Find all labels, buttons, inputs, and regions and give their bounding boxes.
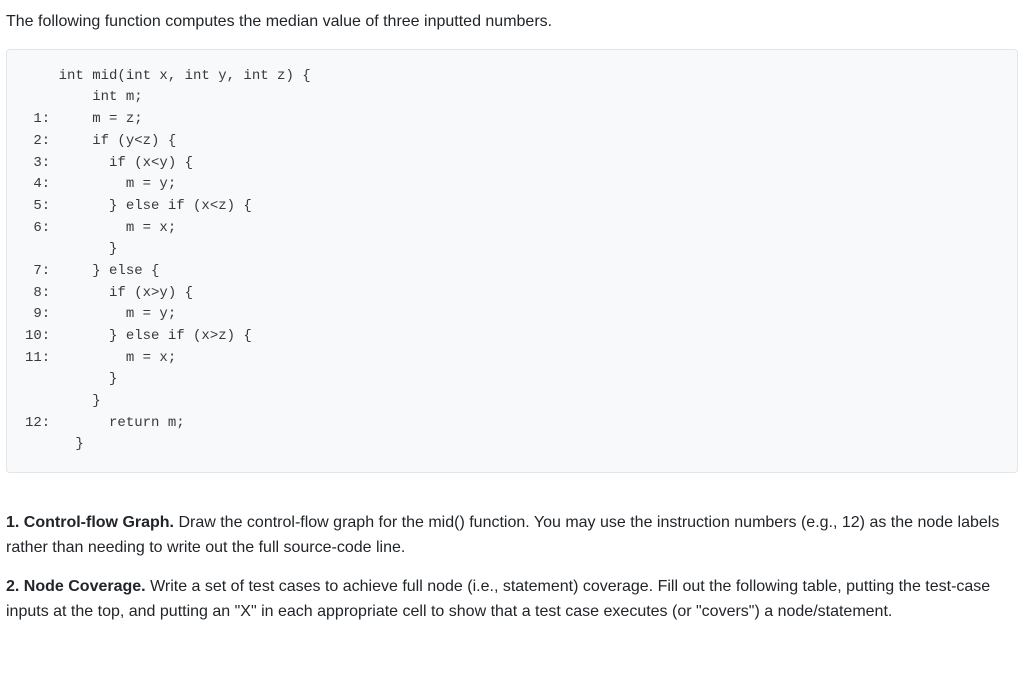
q2-title: Node Coverage. bbox=[24, 578, 146, 595]
q1-number: 1. bbox=[6, 514, 19, 531]
q1-title: Control-flow Graph. bbox=[24, 514, 174, 531]
q2-body: Write a set of test cases to achieve ful… bbox=[6, 578, 990, 620]
question-2: 2. Node Coverage. Write a set of test ca… bbox=[6, 575, 1018, 625]
question-1: 1. Control-flow Graph. Draw the control-… bbox=[6, 511, 1018, 561]
intro-text: The following function computes the medi… bbox=[6, 10, 1018, 35]
q2-number: 2. bbox=[6, 578, 19, 595]
code-block: int mid(int x, int y, int z) { int m; 1:… bbox=[6, 49, 1018, 473]
code-pre: int mid(int x, int y, int z) { int m; 1:… bbox=[25, 66, 999, 456]
